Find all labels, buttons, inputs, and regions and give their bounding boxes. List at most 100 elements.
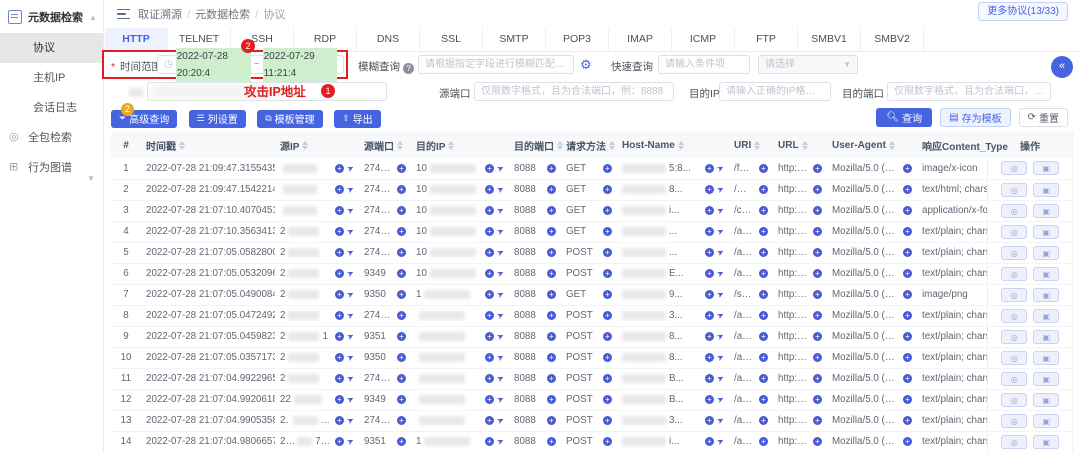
add-filter-icon[interactable]: + — [603, 269, 612, 278]
add-filter-icon[interactable]: + — [547, 311, 556, 320]
column-header-5[interactable]: 目的端口 — [509, 132, 561, 158]
add-filter-icon[interactable]: + — [759, 227, 768, 236]
export-button[interactable]: ⇪ 导出 — [334, 110, 381, 128]
add-filter-icon[interactable]: + — [547, 227, 556, 236]
save-template-button[interactable]: ▤存为模板 — [940, 108, 1010, 127]
pivot-icon[interactable]: ➤ — [715, 435, 726, 448]
add-filter-icon[interactable]: + — [603, 437, 612, 446]
session-detail-button[interactable]: ▣ — [1033, 372, 1059, 386]
column-header-7[interactable]: Host-Name — [617, 132, 729, 158]
add-filter-icon[interactable]: + — [335, 290, 344, 299]
quick-query-select[interactable]: 请选择 ▼ — [758, 55, 858, 74]
add-filter-icon[interactable]: + — [705, 269, 714, 278]
sort-icon[interactable] — [754, 141, 760, 150]
quick-query-input[interactable]: 请输入条件项 — [658, 55, 750, 74]
add-filter-icon[interactable]: + — [397, 206, 406, 215]
tab-smtp[interactable]: SMTP — [483, 28, 546, 52]
add-filter-icon[interactable]: + — [759, 311, 768, 320]
add-filter-icon[interactable]: + — [813, 416, 822, 425]
sidebar-item-host-ip[interactable]: 主机IP — [0, 63, 103, 93]
add-filter-icon[interactable]: + — [813, 311, 822, 320]
session-detail-button[interactable]: ▣ — [1033, 414, 1059, 428]
add-filter-icon[interactable]: + — [813, 227, 822, 236]
add-filter-icon[interactable]: + — [335, 416, 344, 425]
pivot-icon[interactable]: ➤ — [495, 246, 506, 259]
add-filter-icon[interactable]: + — [813, 164, 822, 173]
pivot-icon[interactable]: ➤ — [345, 267, 356, 280]
add-filter-icon[interactable]: + — [485, 416, 494, 425]
add-filter-icon[interactable]: + — [397, 185, 406, 194]
add-filter-icon[interactable]: + — [705, 185, 714, 194]
add-filter-icon[interactable]: + — [547, 353, 556, 362]
add-filter-icon[interactable]: + — [335, 248, 344, 257]
pivot-icon[interactable]: ➤ — [345, 309, 356, 322]
tab-http[interactable]: HTTP — [105, 28, 168, 52]
pivot-icon[interactable]: ➤ — [715, 204, 726, 217]
pivot-icon[interactable]: ➤ — [495, 225, 506, 238]
pivot-icon[interactable]: ➤ — [495, 204, 506, 217]
add-filter-icon[interactable]: + — [485, 269, 494, 278]
sidebar-item-protocol[interactable]: 协议 — [0, 33, 103, 63]
pivot-icon[interactable]: ➤ — [495, 288, 506, 301]
tab-icmp[interactable]: ICMP — [672, 28, 735, 52]
add-filter-icon[interactable]: + — [397, 395, 406, 404]
tab-imap[interactable]: IMAP — [609, 28, 672, 52]
add-filter-icon[interactable]: + — [759, 290, 768, 299]
view-detail-button[interactable]: ◎ — [1001, 246, 1027, 260]
session-detail-button[interactable]: ▣ — [1033, 225, 1059, 239]
pivot-icon[interactable]: ➤ — [715, 183, 726, 196]
breadcrumb-mid[interactable]: 元数据检索 — [195, 9, 250, 21]
pivot-icon[interactable]: ➤ — [715, 372, 726, 385]
add-filter-icon[interactable]: + — [813, 437, 822, 446]
add-filter-icon[interactable]: + — [759, 332, 768, 341]
column-header-2[interactable]: 源IP — [275, 132, 359, 158]
view-detail-button[interactable]: ◎ — [1001, 183, 1027, 197]
dest-port-input[interactable]: 仅限数字格式，且为合法端口，例：8888 — [887, 82, 1051, 101]
add-filter-icon[interactable]: + — [903, 311, 912, 320]
session-detail-button[interactable]: ▣ — [1033, 267, 1059, 281]
add-filter-icon[interactable]: + — [603, 227, 612, 236]
add-filter-icon[interactable]: + — [813, 353, 822, 362]
add-filter-icon[interactable]: + — [705, 437, 714, 446]
add-filter-icon[interactable]: + — [705, 395, 714, 404]
add-filter-icon[interactable]: + — [813, 185, 822, 194]
pivot-icon[interactable]: ➤ — [495, 414, 506, 427]
view-detail-button[interactable]: ◎ — [1001, 372, 1027, 386]
pivot-icon[interactable]: ➤ — [345, 330, 356, 343]
pivot-icon[interactable]: ➤ — [715, 288, 726, 301]
pivot-icon[interactable]: ➤ — [495, 393, 506, 406]
more-protocols-button[interactable]: 更多协议(13/33) — [978, 2, 1068, 21]
add-filter-icon[interactable]: + — [903, 353, 912, 362]
add-filter-icon[interactable]: + — [335, 332, 344, 341]
pivot-icon[interactable]: ➤ — [715, 414, 726, 427]
add-filter-icon[interactable]: + — [603, 311, 612, 320]
add-filter-icon[interactable]: + — [759, 164, 768, 173]
add-filter-icon[interactable]: + — [813, 395, 822, 404]
add-filter-icon[interactable]: + — [903, 185, 912, 194]
add-filter-icon[interactable]: + — [759, 269, 768, 278]
add-filter-icon[interactable]: + — [603, 185, 612, 194]
add-filter-icon[interactable]: + — [547, 395, 556, 404]
view-detail-button[interactable]: ◎ — [1001, 330, 1027, 344]
add-filter-icon[interactable]: + — [397, 164, 406, 173]
view-detail-button[interactable]: ◎ — [1001, 204, 1027, 218]
sort-icon[interactable] — [557, 141, 563, 150]
pivot-icon[interactable]: ➤ — [715, 393, 726, 406]
view-detail-button[interactable]: ◎ — [1001, 414, 1027, 428]
add-filter-icon[interactable]: + — [485, 248, 494, 257]
advanced-query-button[interactable]: 2 ⏷ 高级查询 — [111, 110, 177, 128]
add-filter-icon[interactable]: + — [705, 353, 714, 362]
add-filter-icon[interactable]: + — [903, 290, 912, 299]
pivot-icon[interactable]: ➤ — [345, 435, 356, 448]
add-filter-icon[interactable]: + — [397, 269, 406, 278]
sort-icon[interactable] — [179, 141, 185, 150]
add-filter-icon[interactable]: + — [705, 248, 714, 257]
add-filter-icon[interactable]: + — [485, 206, 494, 215]
add-filter-icon[interactable]: + — [547, 248, 556, 257]
add-filter-icon[interactable]: + — [813, 332, 822, 341]
pivot-icon[interactable]: ➤ — [495, 351, 506, 364]
add-filter-icon[interactable]: + — [603, 395, 612, 404]
column-header-10[interactable]: User-Agent — [827, 132, 917, 158]
add-filter-icon[interactable]: + — [903, 437, 912, 446]
add-filter-icon[interactable]: + — [335, 185, 344, 194]
